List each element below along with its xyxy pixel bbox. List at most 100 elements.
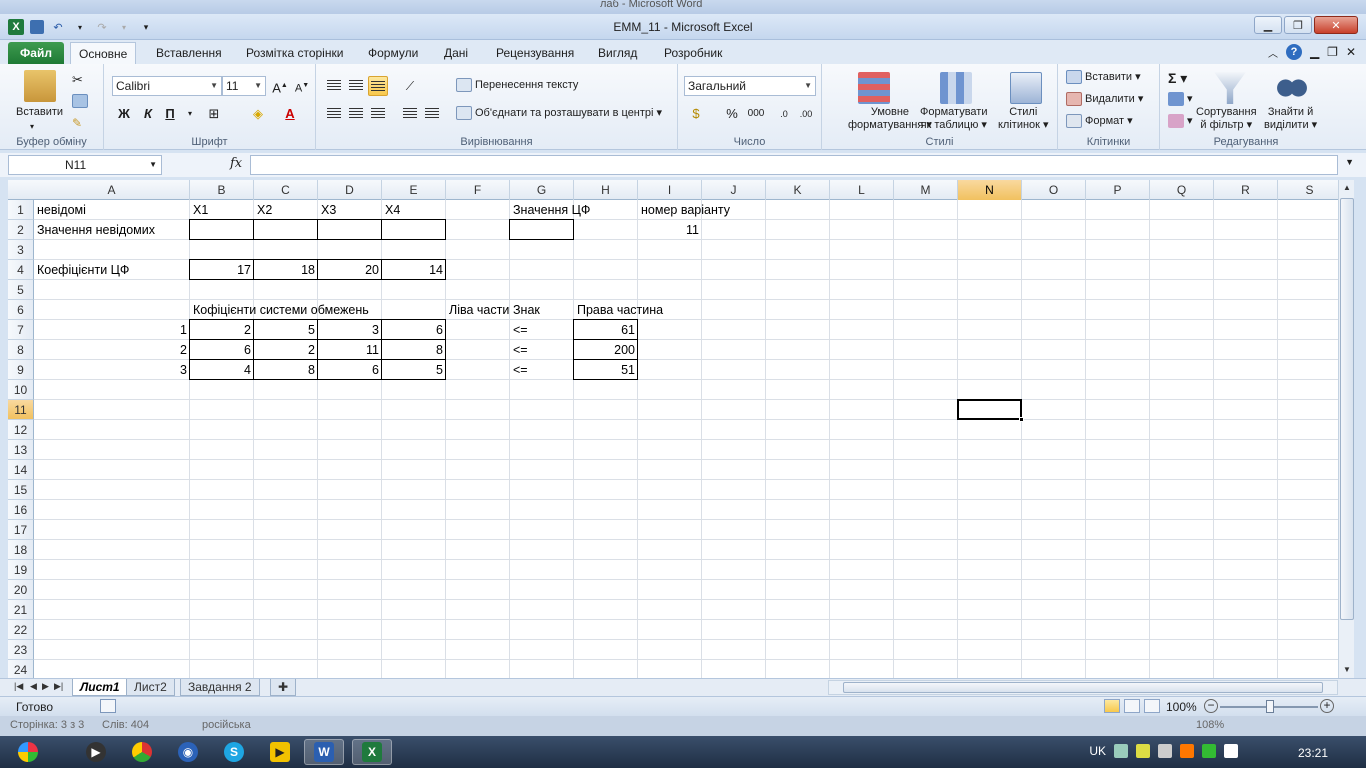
macro-record-icon[interactable] — [100, 699, 116, 713]
cell-c1[interactable]: X2 — [254, 200, 275, 220]
merge-center-button[interactable]: Об'єднати та розташувати в центрі ▾ — [456, 106, 662, 121]
align-middle-icon[interactable] — [346, 76, 366, 96]
cell-b1[interactable]: X1 — [190, 200, 211, 220]
cell-a4[interactable]: Коефіцієнти ЦФ — [34, 260, 132, 280]
tab-page-layout[interactable]: Розмітка сторінки — [238, 42, 351, 64]
cell-h6[interactable]: Права частина — [574, 300, 666, 320]
next-sheet-icon[interactable]: ▶ — [42, 681, 49, 692]
language-indicator[interactable]: UK — [1089, 744, 1106, 758]
column-header-q[interactable]: Q — [1150, 180, 1214, 200]
orientation-icon[interactable]: ⟋ — [400, 76, 420, 96]
format-cells-button[interactable]: Формат ▾ — [1066, 114, 1133, 129]
taskbar-browser[interactable]: ◉ — [168, 739, 208, 765]
cell-b4[interactable]: 17 — [190, 260, 254, 280]
tray-network-icon[interactable] — [1114, 744, 1128, 758]
collapse-ribbon-icon[interactable]: ︿ — [1268, 45, 1278, 60]
cell-b9[interactable]: 4 — [190, 360, 254, 380]
row-header-6[interactable]: 6 — [8, 300, 34, 320]
row-header-18[interactable]: 18 — [8, 540, 34, 560]
insert-cells-button[interactable]: Вставити ▾ — [1066, 70, 1141, 85]
column-header-l[interactable]: L — [830, 180, 894, 200]
column-header-a[interactable]: A — [34, 180, 190, 200]
sheet-tab-3[interactable]: Завдання 2 — [180, 679, 260, 696]
autosum-icon[interactable]: Σ ▾ — [1168, 70, 1187, 87]
row-header-20[interactable]: 20 — [8, 580, 34, 600]
row-header-8[interactable]: 8 — [8, 340, 34, 360]
row-header-24[interactable]: 24 — [8, 660, 34, 678]
copy-icon[interactable] — [72, 94, 91, 108]
cell-e1[interactable]: X4 — [382, 200, 403, 220]
paste-icon[interactable] — [24, 70, 56, 102]
tab-file[interactable]: Файл — [8, 42, 64, 64]
align-left-icon[interactable] — [324, 104, 344, 124]
cell-a9[interactable]: 3 — [34, 360, 190, 380]
row-header-16[interactable]: 16 — [8, 500, 34, 520]
zoom-slider-knob[interactable] — [1266, 700, 1274, 713]
cell-styles-button[interactable]: Стилі клітинок ▾ — [998, 106, 1049, 131]
active-cell-outline[interactable] — [957, 399, 1022, 420]
row-header-2[interactable]: 2 — [8, 220, 34, 240]
sort-filter-icon[interactable] — [1214, 72, 1246, 104]
paste-button[interactable]: Вставити — [16, 106, 63, 118]
horizontal-scrollbar[interactable] — [828, 680, 1338, 695]
cell-g6[interactable]: Знак — [510, 300, 543, 320]
format-painter-icon[interactable]: ✎ — [72, 116, 82, 130]
cell-a2[interactable]: Значення невідомих — [34, 220, 158, 240]
row-header-15[interactable]: 15 — [8, 480, 34, 500]
cell-c7[interactable]: 5 — [254, 320, 318, 340]
zoom-in-icon[interactable]: + — [1320, 699, 1334, 713]
align-bottom-icon[interactable] — [368, 76, 388, 96]
scroll-down-icon[interactable]: ▼ — [1339, 662, 1355, 678]
tab-formulas[interactable]: Формули — [360, 42, 426, 64]
column-header-p[interactable]: P — [1086, 180, 1150, 200]
fill-icon[interactable]: ▾ — [1168, 92, 1193, 107]
column-header-o[interactable]: O — [1022, 180, 1086, 200]
page-break-view-icon[interactable] — [1144, 699, 1160, 713]
column-header-f[interactable]: F — [446, 180, 510, 200]
cell-b6[interactable]: Кофіцієнти системи обмежень — [190, 300, 372, 320]
font-size-select[interactable]: 11 ▼ — [222, 76, 266, 96]
conditional-formatting-icon[interactable] — [858, 72, 890, 104]
row-header-1[interactable]: 1 — [8, 200, 34, 220]
cell-a7[interactable]: 1 — [34, 320, 190, 340]
currency-icon[interactable]: $ — [686, 104, 706, 124]
cell-e9[interactable]: 5 — [382, 360, 446, 380]
row-header-10[interactable]: 10 — [8, 380, 34, 400]
row-header-21[interactable]: 21 — [8, 600, 34, 620]
worksheet-grid[interactable]: ABCDEFGHIJKLMNOPQRS 1 2 3 4 5 6 7 8 9 10 11 12 13 14 1… — [8, 180, 1338, 678]
cell-h8[interactable]: 200 — [574, 340, 638, 360]
last-sheet-icon[interactable]: ▶| — [54, 681, 63, 692]
format-as-table-icon[interactable] — [940, 72, 972, 104]
row-header-3[interactable]: 3 — [8, 240, 34, 260]
cell-e4[interactable]: 14 — [382, 260, 446, 280]
cell-styles-icon[interactable] — [1010, 72, 1042, 104]
tab-home[interactable]: Основне — [70, 42, 137, 64]
start-button[interactable] — [6, 739, 50, 765]
fill-color-icon[interactable]: ◈ — [248, 104, 268, 124]
cell-g1[interactable]: Значення ЦФ — [510, 200, 593, 220]
decrease-decimal-icon[interactable]: .00 — [796, 104, 816, 124]
tray-flag-icon[interactable] — [1224, 744, 1238, 758]
taskbar-skype[interactable]: S — [214, 739, 254, 765]
taskbar-media-player[interactable]: ▶ — [76, 739, 116, 765]
percent-button[interactable]: % — [722, 104, 742, 124]
first-sheet-icon[interactable]: |◀ — [14, 681, 23, 692]
cell-d9[interactable]: 6 — [318, 360, 382, 380]
cut-icon[interactable]: ✂ — [72, 72, 83, 88]
increase-indent-icon[interactable] — [422, 104, 442, 124]
fill-handle[interactable] — [1019, 417, 1024, 422]
row-header-4[interactable]: 4 — [8, 260, 34, 280]
tray-folder-icon[interactable] — [1136, 744, 1150, 758]
cell-h7[interactable]: 61 — [574, 320, 638, 340]
column-header-j[interactable]: J — [702, 180, 766, 200]
zoom-level[interactable]: 100% — [1166, 700, 1197, 714]
column-header-d[interactable]: D — [318, 180, 382, 200]
underline-button[interactable]: П — [160, 104, 180, 124]
column-header-r[interactable]: R — [1214, 180, 1278, 200]
zoom-out-icon[interactable]: − — [1204, 699, 1218, 713]
column-header-b[interactable]: B — [190, 180, 254, 200]
cell-b7[interactable]: 2 — [190, 320, 254, 340]
align-top-icon[interactable] — [324, 76, 344, 96]
minimize-button[interactable]: ▁ — [1254, 16, 1282, 34]
cell-b8[interactable]: 6 — [190, 340, 254, 360]
